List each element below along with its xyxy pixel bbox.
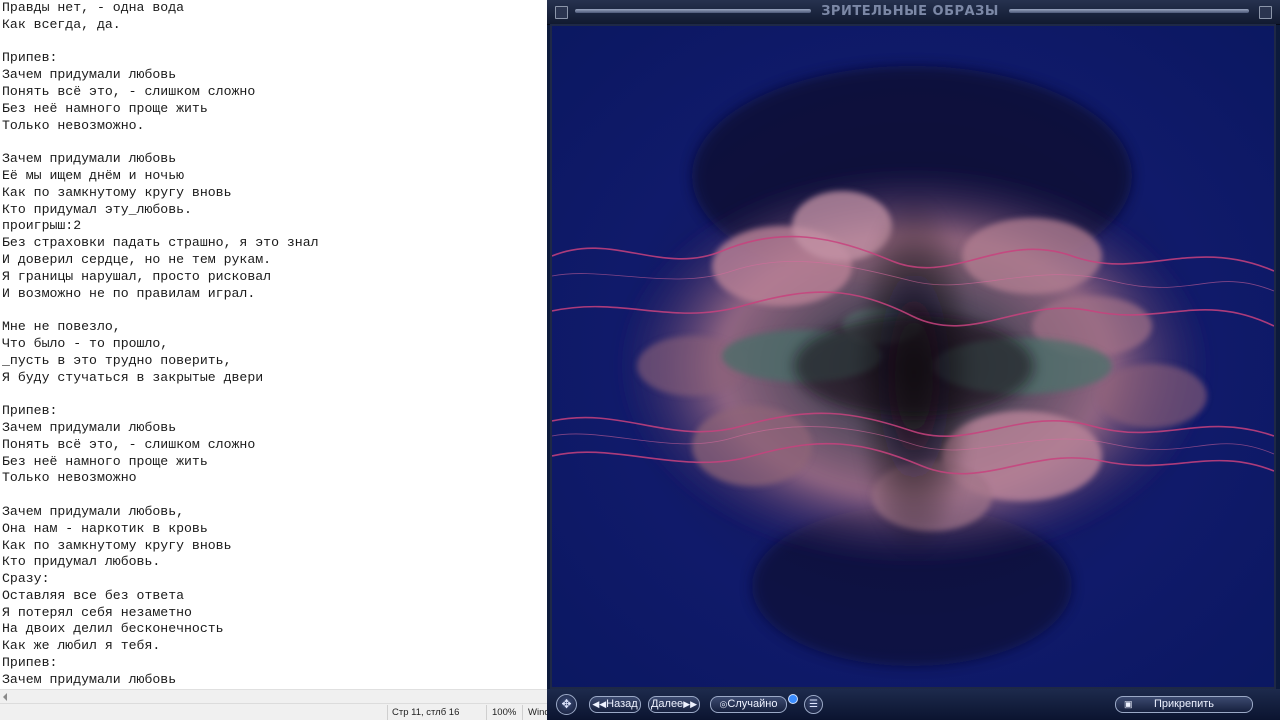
text-line: И возможно не по правилам играл. xyxy=(2,285,256,301)
text-line: Зачем придумали любовь xyxy=(2,671,177,687)
pin-button[interactable]: ▣ Прикрепить xyxy=(1115,696,1253,713)
text-line: Что было - то прошло, xyxy=(2,335,169,351)
text-line: Без неё намного проще жить xyxy=(2,453,208,469)
text-line: Как по замкнутому кругу вновь xyxy=(2,537,232,553)
text-line: Правды нет, - одна вода xyxy=(2,0,185,15)
text-line: И доверил сердце, но не тем рукам. xyxy=(2,251,272,267)
text-line: Как по замкнутому кругу вновь xyxy=(2,184,232,200)
text-line: Припев: xyxy=(2,50,58,66)
text-line: Зачем придумали любовь xyxy=(2,151,177,167)
random-active-badge xyxy=(788,694,798,704)
text-line: Только невозможно. xyxy=(2,117,145,133)
text-line: Припев: xyxy=(2,403,58,419)
back-button[interactable]: ◀◀Назад xyxy=(589,696,641,713)
status-separator xyxy=(522,705,523,720)
text-line: Зачем придумали любовь xyxy=(2,67,177,83)
text-line: Понять всё это, - слишком сложно xyxy=(2,436,256,452)
text-line: Зачем придумали любовь xyxy=(2,419,177,435)
notepad-text-area[interactable]: Правды нет, - одна вода Как всегда, да. … xyxy=(2,0,542,688)
text-line: Без неё намного проще жить xyxy=(2,100,208,116)
visualization-window: ЗРИТЕЛЬНЫЕ ОБРАЗЫ ✥ ◀◀Назад Далее▶▶ ◎Слу… xyxy=(547,0,1280,720)
visualization-titlebar[interactable]: ЗРИТЕЛЬНЫЕ ОБРАЗЫ xyxy=(547,0,1280,25)
text-line: Она нам - наркотик в кровь xyxy=(2,520,208,536)
text-line: На двоих делил бесконечность xyxy=(2,621,224,637)
dark-core xyxy=(794,316,1034,416)
horizontal-scrollbar[interactable] xyxy=(0,689,547,704)
close-icon[interactable] xyxy=(555,6,568,19)
text-line: _пусть в это трудно поверить, xyxy=(2,352,232,368)
random-button[interactable]: ◎Случайно xyxy=(710,696,787,713)
pin-icon: ▣ xyxy=(1124,699,1133,709)
text-line: Только невозможно xyxy=(2,470,137,486)
titlebar-decoration xyxy=(575,9,811,13)
visualization-controls: ✥ ◀◀Назад Далее▶▶ ◎Случайно ☰ ▣ Прикрепит… xyxy=(547,689,1280,720)
text-line: Мне не повезло, xyxy=(2,319,121,335)
text-line: Я границы нарушал, просто рисковал xyxy=(2,268,272,284)
visualization-frame xyxy=(550,24,1276,689)
text-line: Кто придумал любовь. xyxy=(2,554,161,570)
text-line: Припев: xyxy=(2,655,58,671)
menu-icon[interactable]: ☰ xyxy=(804,695,823,714)
text-line: Как же любил я тебя. xyxy=(2,638,161,654)
move-icon[interactable]: ✥ xyxy=(556,694,577,715)
restore-icon[interactable] xyxy=(1259,6,1272,19)
status-cursor-position: Стр 11, стлб 16 xyxy=(392,707,460,718)
text-line: проигрыш:2 xyxy=(2,218,82,234)
text-line: Зачем придумали любовь, xyxy=(2,503,185,519)
titlebar-decoration xyxy=(1009,9,1249,13)
status-zoom: 100% xyxy=(492,707,517,718)
text-line: Как всегда, да. xyxy=(2,16,121,32)
rewind-icon: ◀◀ xyxy=(592,699,607,709)
visualization-title: ЗРИТЕЛЬНЫЕ ОБРАЗЫ xyxy=(821,4,999,19)
notepad-window: Правды нет, - одна вода Как всегда, да. … xyxy=(0,0,547,720)
text-line: Кто придумал эту_любовь. xyxy=(2,201,192,217)
text-line: Сразу: xyxy=(2,571,50,587)
forward-icon: ▶▶ xyxy=(683,699,698,709)
text-line: Понять всё это, - слишком сложно xyxy=(2,83,256,99)
status-separator xyxy=(486,705,487,720)
text-line: Оставляя все без ответа xyxy=(2,587,185,603)
next-button[interactable]: Далее▶▶ xyxy=(648,696,700,713)
status-encoding: Wind xyxy=(528,707,547,718)
visualization-canvas xyxy=(552,26,1274,687)
status-bar: Стр 11, стлб 16 100% Wind xyxy=(0,703,547,720)
text-line: Я буду стучаться в закрытые двери xyxy=(2,369,264,385)
text-line: Её мы ищем днём и ночью xyxy=(2,167,185,183)
text-line: Я потерял себя незаметно xyxy=(2,604,192,620)
text-line: Без страховки падать страшно, я это знал xyxy=(2,235,319,251)
status-separator xyxy=(387,705,388,720)
scroll-left-icon[interactable] xyxy=(3,693,7,701)
